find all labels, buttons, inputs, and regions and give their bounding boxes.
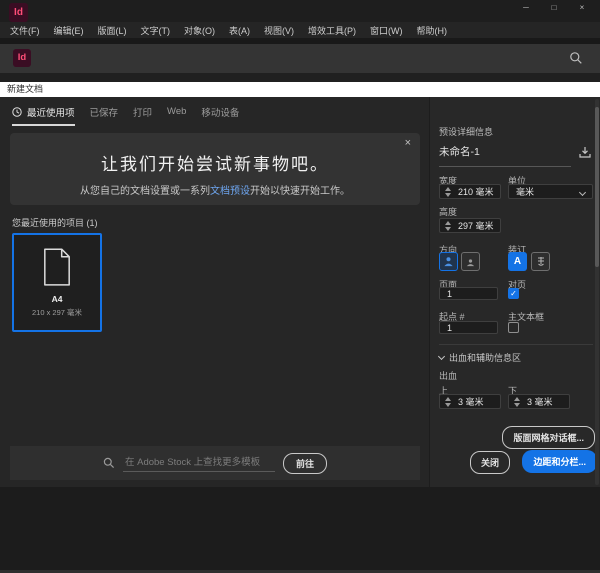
stepper-arrows-icon[interactable]	[445, 187, 451, 197]
stepper-arrows-icon[interactable]	[445, 397, 451, 407]
dialog-title: 新建文档	[7, 84, 43, 94]
width-stepper[interactable]: 210 毫米	[439, 184, 501, 199]
width-value: 210 毫米	[458, 185, 494, 198]
stepper-arrows-icon[interactable]	[514, 397, 520, 407]
banner-heading: 让我们开始尝试新事物吧。	[10, 150, 420, 175]
orientation-landscape-icon[interactable]	[461, 252, 480, 271]
menu-item-view[interactable]: 视图(V)	[264, 24, 294, 37]
scrollbar-thumb[interactable]	[595, 107, 599, 267]
banner-body-suffix: 开始以快速开始工作。	[250, 186, 350, 197]
bleed-top-stepper[interactable]: 3 毫米	[439, 394, 501, 409]
chevron-down-icon	[579, 189, 586, 196]
minimize-button[interactable]: ─	[512, 0, 540, 16]
close-window-button[interactable]: ×	[568, 0, 596, 16]
search-icon	[103, 457, 115, 469]
document-presets-link[interactable]: 文档预设	[210, 186, 250, 197]
recent-document-card[interactable]: A4 210 x 297 毫米	[12, 233, 102, 332]
go-button[interactable]: 前往	[283, 453, 327, 474]
recent-card-dimensions: 210 x 297 毫米	[32, 307, 82, 318]
height-value: 297 毫米	[458, 219, 494, 232]
stock-search-input[interactable]	[123, 455, 275, 472]
menu-item-plugins[interactable]: 增效工具(P)	[308, 24, 356, 37]
preset-details-heading: 预设详细信息	[439, 125, 493, 138]
bleed-bottom-stepper[interactable]: 3 毫米	[508, 394, 570, 409]
bleed-bottom-value: 3 毫米	[527, 395, 553, 408]
workspace-background	[0, 487, 600, 573]
window-controls: ─ □ ×	[512, 0, 596, 16]
menu-item-layout[interactable]: 版面(L)	[98, 24, 127, 37]
menu-item-window[interactable]: 窗口(W)	[370, 24, 403, 37]
dialog-left-pane: 最近使用项 已保存 打印 Web 移动设备 × 让我们开始尝试新事物吧。 从您自…	[0, 97, 429, 487]
menu-item-file[interactable]: 文件(F)	[10, 24, 40, 37]
recent-card-name: A4	[52, 294, 63, 304]
start-number-input[interactable]: 1	[439, 321, 498, 334]
tab-bar: 最近使用项 已保存 打印 Web 移动设备	[0, 97, 429, 126]
app-toolbar: Id	[0, 44, 600, 73]
layout-grid-dialog-button[interactable]: 版面网格对话框...	[502, 426, 595, 449]
indesign-window: Id ─ □ × 文件(F) 编辑(E) 版面(L) 文字(T) 对象(O) 表…	[0, 0, 600, 573]
menu-item-edit[interactable]: 编辑(E)	[54, 24, 84, 37]
close-dialog-button[interactable]: 关闭	[470, 451, 510, 474]
window-titlebar: Id ─ □ ×	[0, 0, 600, 22]
start-number-value: 1	[447, 323, 452, 333]
stepper-arrows-icon[interactable]	[445, 221, 451, 231]
maximize-button[interactable]: □	[540, 0, 568, 16]
height-stepper[interactable]: 297 毫米	[439, 218, 501, 233]
menu-item-help[interactable]: 帮助(H)	[417, 24, 448, 37]
binding-right-to-left-icon[interactable]	[531, 252, 550, 271]
menu-bar: 文件(F) 编辑(E) 版面(L) 文字(T) 对象(O) 表(A) 视图(V)…	[0, 22, 600, 38]
bleed-slug-section-label: 出血和辅助信息区	[449, 351, 521, 364]
binding-left-to-right-icon[interactable]: A	[508, 252, 527, 271]
tab-web[interactable]: Web	[167, 97, 186, 126]
bleed-label: 出血	[439, 369, 457, 382]
recent-items-heading: 您最近使用的项目 (1)	[12, 216, 98, 229]
clock-icon	[12, 107, 22, 117]
new-document-dialog: 最近使用项 已保存 打印 Web 移动设备 × 让我们开始尝试新事物吧。 从您自…	[0, 97, 600, 487]
indesign-logo: Id	[9, 3, 28, 22]
search-icon[interactable]	[569, 51, 583, 65]
tab-print[interactable]: 打印	[133, 97, 152, 126]
facing-pages-checkbox[interactable]: ✓	[508, 288, 519, 299]
dialog-titlebar: 新建文档	[0, 82, 600, 97]
unit-value: 毫米	[516, 185, 534, 198]
primary-text-frame-checkbox[interactable]	[508, 322, 519, 333]
preset-name-field[interactable]: 未命名-1	[439, 144, 571, 167]
save-preset-icon[interactable]	[578, 145, 592, 159]
tab-recent[interactable]: 最近使用项	[12, 97, 75, 126]
document-icon	[42, 248, 72, 286]
tab-saved[interactable]: 已保存	[90, 97, 119, 126]
menu-item-object[interactable]: 对象(O)	[184, 24, 215, 37]
banner-body-prefix: 从您自己的文档设置或一系列	[80, 186, 210, 197]
pages-input[interactable]: 1	[439, 287, 498, 300]
panel-scrollbar[interactable]	[595, 99, 599, 485]
menu-item-table[interactable]: 表(A)	[229, 24, 250, 37]
height-label: 高度	[439, 205, 457, 218]
welcome-banner: × 让我们开始尝试新事物吧。 从您自己的文档设置或一系列文档预设开始以快速开始工…	[10, 133, 420, 205]
menu-item-type[interactable]: 文字(T)	[141, 24, 171, 37]
bleed-slug-section-header[interactable]: 出血和辅助信息区	[439, 351, 521, 364]
margins-columns-button[interactable]: 边距和分栏...	[522, 450, 597, 473]
chevron-down-icon	[438, 353, 445, 360]
indesign-logo-toolbar: Id	[13, 49, 31, 67]
stock-search-bar: 前往	[10, 446, 420, 480]
orientation-portrait-icon[interactable]	[439, 252, 458, 271]
divider	[439, 344, 593, 345]
banner-close-icon[interactable]: ×	[405, 138, 411, 149]
divider	[0, 73, 600, 82]
bleed-top-value: 3 毫米	[458, 395, 484, 408]
pages-value: 1	[447, 289, 452, 299]
preset-details-panel: 预设详细信息 未命名-1 宽度 单位 210 毫米 毫米 高度 297 毫米 方	[429, 97, 600, 487]
tab-mobile[interactable]: 移动设备	[201, 97, 239, 126]
unit-dropdown[interactable]: 毫米	[508, 184, 593, 199]
tab-recent-label: 最近使用项	[27, 105, 75, 119]
banner-body: 从您自己的文档设置或一系列文档预设开始以快速开始工作。	[10, 182, 420, 197]
